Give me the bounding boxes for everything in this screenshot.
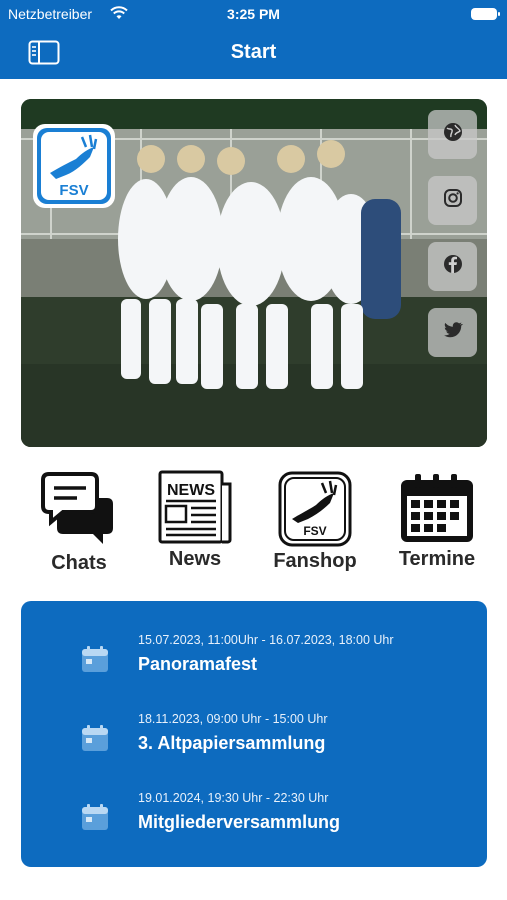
logo-text: FSV	[59, 182, 88, 199]
event-title: Mitgliederversammlung	[138, 812, 341, 832]
battery-icon	[471, 8, 500, 20]
twitter-icon	[443, 321, 463, 344]
tile-label-fanshop: Fanshop	[273, 550, 357, 572]
event-item[interactable]: 15.07.2023, 11:00Uhr - 16.07.2023, 18:00…	[21, 627, 487, 687]
instagram-button[interactable]	[428, 176, 477, 225]
status-bar: Netzbetreiber 3:25 PM	[0, 6, 507, 22]
calendar-icon	[399, 472, 475, 549]
event-title: Panoramafest	[138, 654, 258, 674]
tile-label-news: News	[168, 548, 222, 570]
tile-termine[interactable]: Termine	[387, 468, 487, 578]
page-title: Start	[230, 41, 277, 63]
tile-label-chats: Chats	[51, 552, 107, 574]
event-date: 15.07.2023, 11:00Uhr - 16.07.2023, 18:00…	[138, 633, 394, 647]
twitter-button[interactable]	[428, 308, 477, 357]
hero-team-photo: FSV	[21, 99, 487, 447]
fsv-logo-icon: FSV	[278, 471, 352, 552]
upcoming-events-card: 15.07.2023, 11:00Uhr - 16.07.2023, 18:00…	[21, 601, 487, 867]
event-item[interactable]: 18.11.2023, 09:00 Uhr - 15:00 Uhr 3. Alt…	[21, 706, 487, 766]
event-item[interactable]: 19.01.2024, 19:30 Uhr - 22:30 Uhr Mitgli…	[21, 785, 487, 845]
tile-news[interactable]: NEWS News	[145, 468, 245, 578]
fanshop-icon-text: FSV	[303, 524, 326, 538]
facebook-icon	[443, 254, 463, 279]
calendar-icon	[81, 724, 109, 752]
facebook-button[interactable]	[428, 242, 477, 291]
website-button[interactable]	[428, 110, 477, 159]
newspaper-icon: NEWS	[158, 470, 232, 549]
calendar-icon	[81, 645, 109, 673]
event-title: 3. Altpapiersammlung	[138, 733, 326, 753]
clock: 3:25 PM	[227, 6, 280, 22]
chat-icon	[41, 470, 117, 555]
tile-chats[interactable]: Chats	[29, 468, 129, 578]
tile-fanshop[interactable]: FSV Fanshop	[265, 468, 365, 578]
tile-label-termine: Termine	[398, 548, 476, 570]
fsv-club-logo: FSV	[32, 123, 116, 209]
news-icon-text: NEWS	[167, 482, 215, 499]
quick-links: Chats NEWS News FSV Fanshop Termine	[21, 468, 487, 578]
calendar-icon	[81, 803, 109, 831]
event-date: 19.01.2024, 19:30 Uhr - 22:30 Uhr	[138, 791, 329, 805]
event-date: 18.11.2023, 09:00 Uhr - 15:00 Uhr	[138, 712, 328, 726]
top-bar: Netzbetreiber 3:25 PM Start	[0, 0, 507, 79]
globe-icon	[443, 122, 463, 147]
instagram-icon	[443, 188, 463, 213]
